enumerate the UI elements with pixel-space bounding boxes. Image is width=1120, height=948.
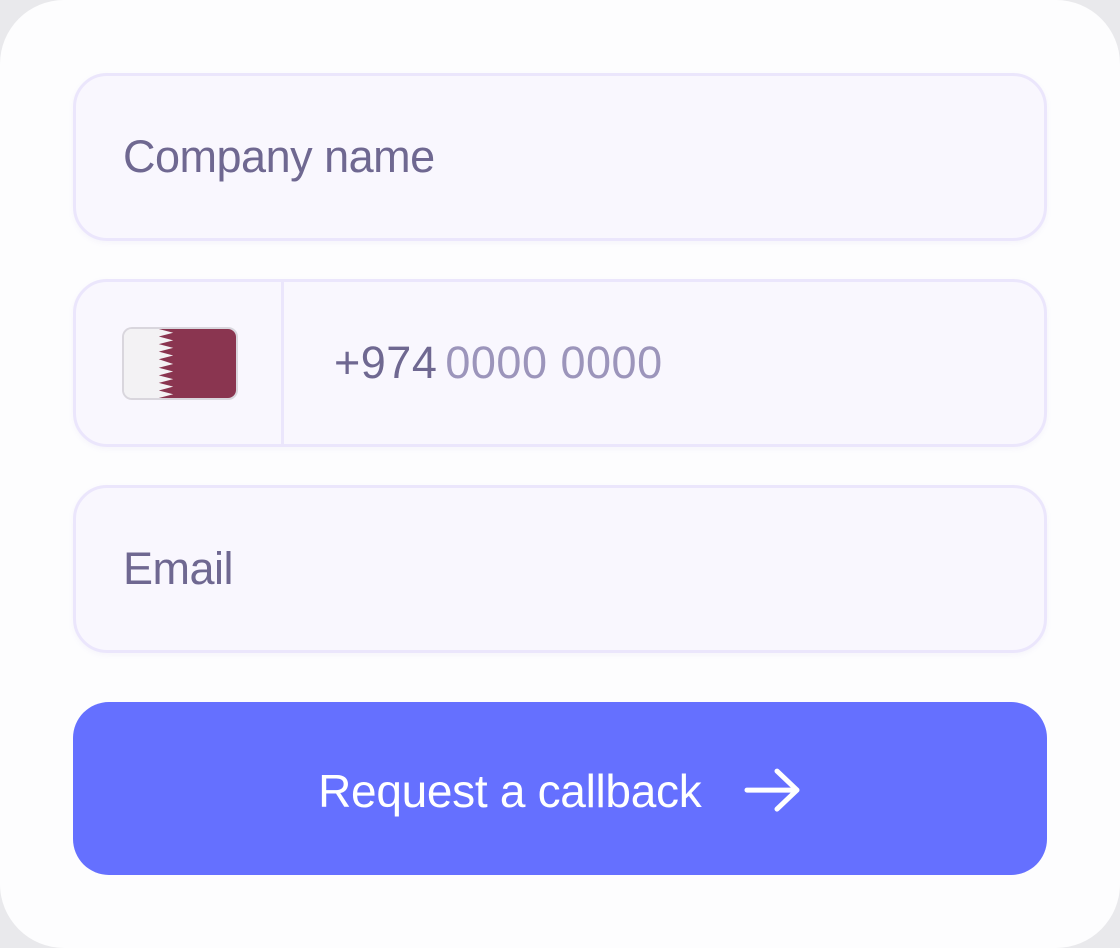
callback-form-card: Company name +974 0000 0000 Email Request…: [0, 0, 1120, 948]
phone-field: +974 0000 0000: [73, 279, 1047, 447]
email-placeholder: Email: [123, 543, 234, 594]
company-name-field[interactable]: Company name: [73, 73, 1047, 241]
phone-number-input[interactable]: +974 0000 0000: [334, 337, 663, 389]
arrow-right-icon: [744, 768, 800, 812]
phone-country-code: +974: [334, 337, 438, 388]
country-code-selector[interactable]: [76, 282, 284, 444]
phone-placeholder: 0000 0000: [445, 337, 663, 388]
email-field[interactable]: Email: [73, 485, 1047, 653]
request-callback-button[interactable]: Request a callback: [73, 702, 1047, 875]
company-name-placeholder: Company name: [123, 131, 435, 182]
request-callback-label: Request a callback: [318, 764, 702, 817]
qatar-flag-icon: [122, 327, 238, 400]
